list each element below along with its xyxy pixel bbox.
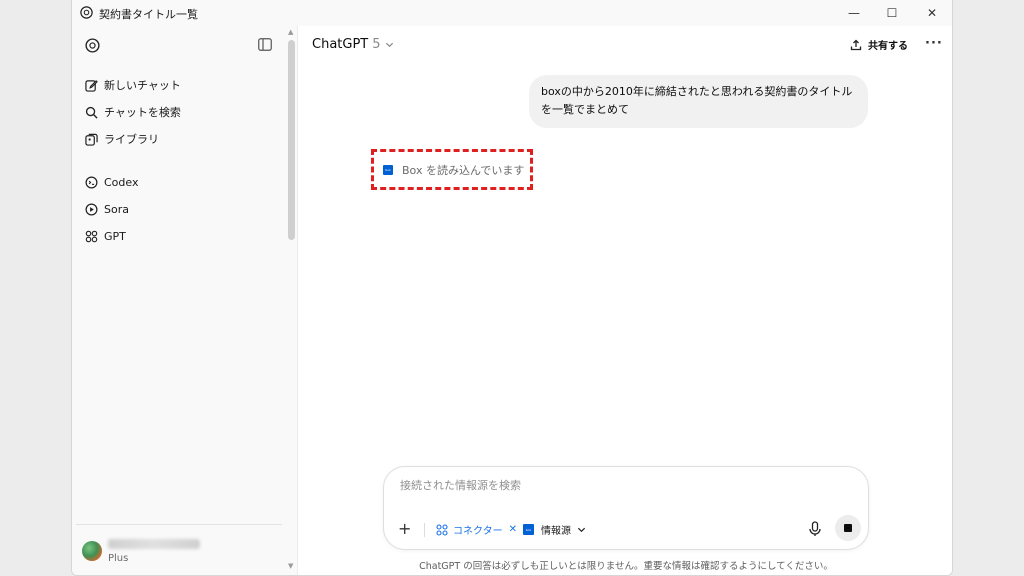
sidebar-item-label: チャットを検索 <box>104 106 181 119</box>
sidebar-item-label: Codex <box>104 175 139 189</box>
sora-play-icon <box>84 202 98 216</box>
gpt-grid-icon <box>84 229 98 243</box>
sidebar-item-label: 新しいチャット <box>104 79 181 92</box>
minimize-button[interactable]: — <box>834 0 874 26</box>
stop-generation-button[interactable] <box>835 515 861 541</box>
stop-icon <box>844 524 852 532</box>
sidebar: 新しいチャット チャットを検索 ライブラリ Codex Sora GPT ▲ ▼… <box>72 26 298 575</box>
share-upload-icon <box>850 39 862 50</box>
search-icon <box>84 105 98 119</box>
chatgpt-logo-icon[interactable] <box>84 37 101 54</box>
sidebar-scroll-thumb[interactable] <box>288 40 295 240</box>
maximize-button[interactable]: ☐ <box>872 0 912 26</box>
sidebar-item-codex[interactable]: Codex <box>84 170 138 194</box>
composer: + コネクター ✕ box 情報源 <box>383 466 869 550</box>
connector-label: コネクター <box>453 526 503 537</box>
share-button[interactable]: 共有する <box>850 37 908 52</box>
chevron-down-icon <box>385 42 393 48</box>
sidebar-item-new-chat[interactable]: 新しいチャット <box>84 73 181 97</box>
chat-main: ChatGPT 5 共有する ··· boxの中から2010年に締結されたと思わ… <box>298 26 952 575</box>
avatar <box>82 541 102 561</box>
sidebar-item-label: Sora <box>104 202 129 216</box>
composer-separator <box>424 523 425 537</box>
close-button[interactable]: ✕ <box>912 0 952 26</box>
box-logo-icon: box <box>383 165 393 175</box>
model-selector[interactable]: ChatGPT 5 <box>312 37 394 52</box>
source-selector[interactable]: box 情報源 <box>523 522 586 537</box>
window-title: 契約書タイトル一覧 <box>99 8 198 21</box>
search-input[interactable] <box>400 479 840 492</box>
profile-name-blurred <box>108 539 200 549</box>
title-bar: 契約書タイトル一覧 — ☐ ✕ <box>72 0 952 26</box>
library-icon <box>84 132 98 146</box>
sidebar-item-label: GPT <box>104 229 126 243</box>
sidebar-item-sora[interactable]: Sora <box>84 197 129 221</box>
sidebar-item-library[interactable]: ライブラリ <box>84 127 159 151</box>
sidebar-item-search-chats[interactable]: チャットを検索 <box>84 100 181 124</box>
connector-chip[interactable]: コネクター ✕ <box>436 522 517 537</box>
profile-menu[interactable]: Plus <box>82 538 282 570</box>
more-options-button[interactable]: ··· <box>925 36 943 51</box>
status-text: Box を読み込んでいます <box>402 164 525 177</box>
sidebar-item-gpt[interactable]: GPT <box>84 224 126 248</box>
scroll-down-arrow-icon[interactable]: ▼ <box>288 562 293 570</box>
app-window: 契約書タイトル一覧 — ☐ ✕ 新しいチャット チャットを検索 ライブラリ Co… <box>71 0 953 576</box>
profile-plan: Plus <box>108 553 129 564</box>
connector-remove-icon[interactable]: ✕ <box>509 524 517 535</box>
sidebar-divider <box>76 524 282 525</box>
disclaimer: ChatGPT の回答は必ずしも正しいとは限りません。重要な情報は確認するように… <box>419 561 833 572</box>
user-message-bubble: boxの中から2010年に締結されたと思われる契約書のタイトルを一覧でまとめて <box>529 75 868 128</box>
tool-status: box Box を読み込んでいます <box>383 162 524 178</box>
codex-icon <box>84 175 98 189</box>
source-label: 情報源 <box>541 526 571 537</box>
model-name: ChatGPT <box>312 37 369 52</box>
connector-grid-icon <box>436 523 448 536</box>
scroll-up-arrow-icon[interactable]: ▲ <box>288 28 293 36</box>
share-label: 共有する <box>868 41 908 52</box>
sidebar-toggle-icon[interactable] <box>258 38 272 51</box>
model-version: 5 <box>372 37 381 52</box>
add-attachment-button[interactable]: + <box>398 519 411 538</box>
sidebar-item-label: ライブラリ <box>104 133 159 146</box>
openai-logo-icon <box>80 6 93 19</box>
box-logo-icon: box <box>523 524 534 535</box>
chevron-down-icon <box>577 527 586 533</box>
microphone-icon[interactable] <box>808 521 822 537</box>
edit-icon <box>84 78 98 92</box>
